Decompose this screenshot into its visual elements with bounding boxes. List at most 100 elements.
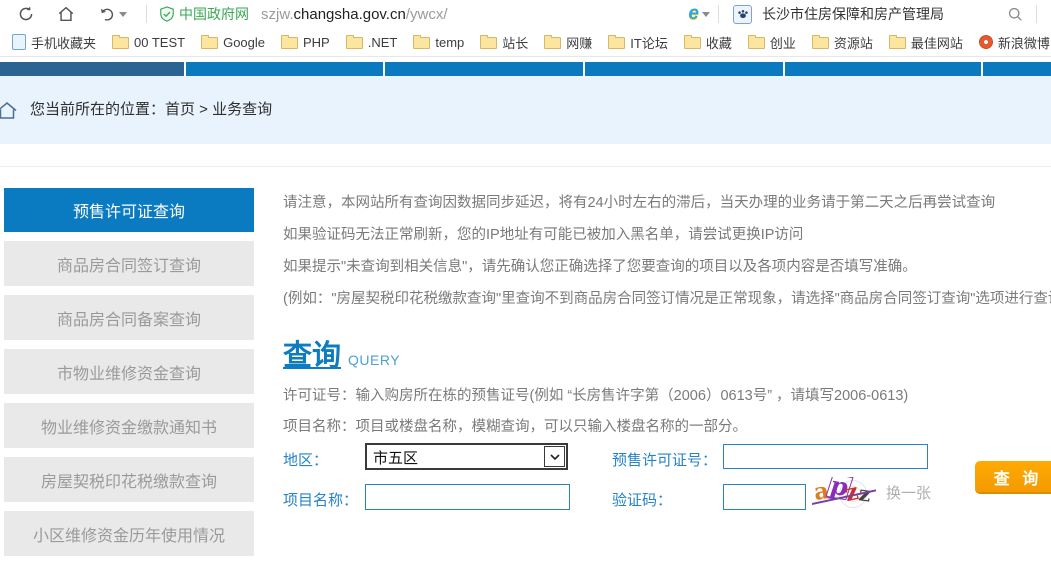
- bookmark-label: IT论坛: [630, 33, 668, 52]
- toolbar-divider: [718, 5, 719, 23]
- permit-number-input[interactable]: [723, 444, 928, 469]
- query-help: 许可证号：输入购房所在栋的预售证号(例如 “长房售许字第（2006）0613号”…: [283, 381, 908, 443]
- url-path: /ywcx/: [406, 6, 448, 23]
- help-line: 许可证号：输入购房所在栋的预售证号(例如 “长房售许字第（2006）0613号”…: [283, 381, 908, 412]
- badge-label: 中国政府网: [179, 4, 249, 24]
- site-security-badge[interactable]: 中国政府网: [159, 4, 249, 24]
- district-selected-value: 市五区: [373, 447, 418, 468]
- folder-icon: [413, 37, 430, 49]
- bookmark-item[interactable]: 最佳网站: [881, 33, 971, 52]
- browser-toolbar: 中国政府网 szjw.changsha.gov.cn/ywcx/ e 长沙市住房…: [0, 0, 1051, 28]
- folder-icon: [281, 37, 298, 49]
- sidebar-item-maintenance-fund-query[interactable]: 市物业维修资金查询: [4, 349, 254, 394]
- url-prefix: szjw.: [261, 6, 294, 23]
- chevron-down-icon: [550, 454, 560, 460]
- captcha-image[interactable]: a p z z: [812, 477, 876, 510]
- home-breadcrumb-icon: [0, 100, 18, 127]
- bookmark-label: 收藏: [706, 33, 732, 52]
- sidebar-item-presale-permit-query[interactable]: 预售许可证查询: [4, 188, 254, 232]
- bookmark-item[interactable]: IT论坛: [600, 33, 676, 52]
- project-name-label: 项目名称：: [283, 489, 358, 510]
- help-line: 项目名称：项目或楼盘名称，模糊查询，可以只输入楼盘名称的一部分。: [283, 412, 908, 443]
- bookmark-label: 站长: [502, 33, 528, 52]
- folder-icon: [201, 37, 218, 49]
- bookmark-label: temp: [435, 35, 464, 50]
- notice-line: 如果验证码无法正常刷新，您的IP地址有可能已被加入黑名单，请尝试更换IP访问: [283, 219, 1051, 251]
- sidebar-item-contract-record-query[interactable]: 商品房合同备案查询: [4, 295, 254, 340]
- search-icon[interactable]: [1006, 5, 1024, 23]
- query-section-header: 查询 QUERY: [283, 332, 400, 374]
- site-nav-strip: [0, 62, 1051, 76]
- bookmark-item[interactable]: 资源站: [804, 33, 881, 52]
- project-name-input[interactable]: [365, 484, 570, 510]
- notice-line: (例如："房屋契税印花税缴款查询"里查询不到商品房合同签订情况是正常现象，请选择…: [283, 283, 1051, 315]
- notice-line: 如果提示"未查询到相关信息"，请先确认您正确选择了您要查询的项目以及各项内容是否…: [283, 251, 1051, 283]
- bookmark-label: PHP: [303, 35, 330, 50]
- bookmark-item[interactable]: 00 TEST: [104, 35, 193, 50]
- phone-icon: [12, 34, 26, 50]
- bookmark-item[interactable]: .NET: [338, 35, 406, 50]
- folder-icon: [748, 37, 765, 49]
- undo-dropdown-caret[interactable]: [119, 12, 127, 17]
- nav-segment[interactable]: [186, 62, 383, 76]
- query-submit-button[interactable]: 查 询: [975, 461, 1051, 492]
- nav-segment[interactable]: [0, 62, 184, 76]
- bookmark-item[interactable]: 创业: [740, 33, 804, 52]
- content-divider: [0, 166, 1051, 167]
- folder-icon: [684, 37, 701, 49]
- bookmark-item[interactable]: PHP: [273, 35, 338, 50]
- sidebar-item-deed-stamp-tax-query[interactable]: 房屋契税印花税缴款查询: [4, 457, 254, 502]
- home-icon[interactable]: [57, 5, 75, 23]
- district-label: 地区：: [283, 449, 328, 470]
- bookmark-label: 手机收藏夹: [31, 33, 96, 52]
- nav-segment[interactable]: [983, 62, 1051, 76]
- undo-icon[interactable]: [97, 5, 127, 23]
- permit-number-label: 预售许可证号：: [612, 449, 717, 470]
- bookmark-label: 资源站: [834, 33, 873, 52]
- folder-icon: [346, 37, 363, 49]
- captcha-refresh-link[interactable]: 换一张: [886, 482, 931, 503]
- page-title: 长沙市住房保障和房产管理局: [762, 4, 944, 24]
- folder-icon: [480, 37, 497, 49]
- ie-dropdown-caret[interactable]: [702, 12, 710, 17]
- ie-compat-icon[interactable]: e: [688, 5, 699, 23]
- query-title: 查询: [283, 340, 341, 372]
- shield-icon: [159, 6, 175, 23]
- bookmark-item[interactable]: 手机收藏夹: [4, 33, 104, 52]
- bookmark-label: 00 TEST: [134, 35, 185, 50]
- bookmarks-bar: 手机收藏夹 00 TEST Google PHP .NET temp 站长 网赚…: [0, 28, 1051, 57]
- bookmark-item[interactable]: 收藏: [676, 33, 740, 52]
- nav-segment[interactable]: [585, 62, 783, 76]
- bookmark-item[interactable]: temp: [405, 35, 472, 50]
- weibo-icon: [977, 33, 994, 50]
- toolbar-divider: [1036, 5, 1037, 23]
- folder-icon: [812, 37, 829, 49]
- site-favicon-paw-icon: [733, 5, 752, 24]
- bookmark-label: 最佳网站: [911, 33, 963, 52]
- select-arrow-box[interactable]: [544, 446, 565, 467]
- bookmark-label: Google: [223, 35, 265, 50]
- sidebar-item-fund-payment-notice[interactable]: 物业维修资金缴款通知书: [4, 403, 254, 448]
- bookmark-label: 网赚: [566, 33, 592, 52]
- bookmark-item[interactable]: 新浪微博: [971, 33, 1051, 52]
- sidebar-item-fund-usage-history[interactable]: 小区维修资金历年使用情况: [4, 511, 254, 556]
- address-bar[interactable]: szjw.changsha.gov.cn/ywcx/: [261, 6, 448, 23]
- bookmark-label: 新浪微博: [998, 33, 1050, 52]
- breadcrumb: 您当前所在的位置：首页 > 业务查询: [30, 76, 272, 144]
- district-select[interactable]: 市五区: [365, 443, 568, 470]
- bookmark-label: .NET: [368, 35, 398, 50]
- folder-icon: [544, 37, 561, 49]
- bookmark-item[interactable]: 网赚: [536, 33, 600, 52]
- refresh-icon[interactable]: [17, 5, 35, 23]
- sidebar-menu: 预售许可证查询 商品房合同签订查询 商品房合同备案查询 市物业维修资金查询 物业…: [4, 188, 254, 565]
- bookmark-item[interactable]: 站长: [472, 33, 536, 52]
- notice-line: 请注意，本网站所有查询因数据同步延迟，将有24小时左右的滞后，当天办理的业务请于…: [283, 187, 1051, 219]
- query-subtitle: QUERY: [348, 352, 400, 368]
- notice-list: 请注意，本网站所有查询因数据同步延迟，将有24小时左右的滞后，当天办理的业务请于…: [283, 187, 1051, 315]
- captcha-input[interactable]: [723, 484, 806, 510]
- folder-icon: [608, 37, 625, 49]
- nav-segment[interactable]: [785, 62, 981, 76]
- bookmark-item[interactable]: Google: [193, 35, 273, 50]
- sidebar-item-contract-signing-query[interactable]: 商品房合同签订查询: [4, 241, 254, 286]
- nav-segment[interactable]: [385, 62, 583, 76]
